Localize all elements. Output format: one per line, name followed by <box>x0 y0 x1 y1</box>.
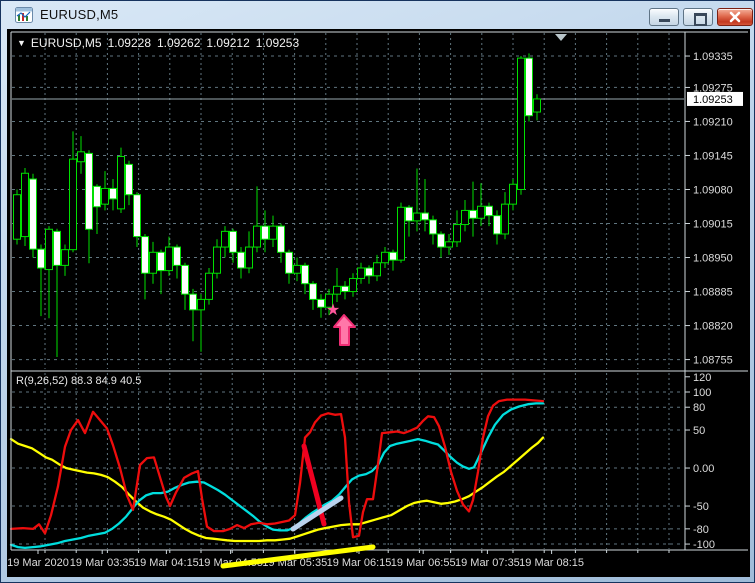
header-close: 1.09253 <box>255 36 300 50</box>
candle-body <box>269 225 277 240</box>
candle-body <box>517 57 525 190</box>
candle-body <box>37 248 45 269</box>
candle-body <box>533 98 541 113</box>
candle-body <box>237 251 245 269</box>
candle-body <box>141 236 149 274</box>
candle-body <box>429 219 437 235</box>
candle-body <box>357 267 365 279</box>
candle-body <box>453 224 461 243</box>
candle-body <box>261 225 269 240</box>
candle-body <box>389 251 397 261</box>
candle-body <box>221 230 229 248</box>
header-symbol: EURUSD,M5 <box>30 36 102 50</box>
price-axis[interactable] <box>687 32 749 550</box>
candle-body <box>365 267 373 277</box>
candle-body <box>285 251 293 274</box>
bar-shift-marker-icon <box>555 34 567 41</box>
candle-body <box>125 163 133 196</box>
candle-body <box>277 225 285 253</box>
candle-body <box>189 293 197 311</box>
candle-body <box>253 225 261 248</box>
candle-body <box>93 185 101 208</box>
time-axis[interactable] <box>11 551 685 575</box>
candle-body <box>229 230 237 253</box>
candle-body <box>101 187 109 205</box>
candle-body <box>117 156 125 210</box>
candle-body <box>181 264 189 295</box>
candle-body <box>405 206 413 222</box>
chart-ohlc-header: ▼ EURUSD,M5 1.09228 1.09262 1.09212 1.09253 <box>17 36 305 50</box>
candle-body <box>397 206 405 261</box>
candle-body <box>77 151 85 163</box>
header-low: 1.09212 <box>206 36 250 50</box>
candle-body <box>477 205 485 219</box>
buy-signal-up-arrow-icon <box>333 314 356 346</box>
candle-body <box>149 251 157 274</box>
candle-body <box>341 285 349 293</box>
candle-body <box>197 298 205 311</box>
candle-body <box>173 246 181 266</box>
candle-body <box>317 298 325 308</box>
candle-body <box>157 251 165 272</box>
candle-body <box>421 212 429 221</box>
candle-body <box>469 209 477 219</box>
candle-body <box>21 172 29 238</box>
candle-body <box>61 249 69 266</box>
candle-body <box>373 262 381 277</box>
candle-body <box>381 251 389 264</box>
candle-body <box>165 246 173 272</box>
candle-body <box>53 230 61 266</box>
candle-body <box>509 183 517 205</box>
candle-body <box>69 158 77 251</box>
candle-body <box>45 228 53 271</box>
candle-body <box>293 264 301 274</box>
candle-body <box>133 194 141 238</box>
candle-body <box>13 194 21 240</box>
header-high: 1.09262 <box>157 36 201 50</box>
candle-body <box>245 246 253 269</box>
candle-body <box>213 246 221 274</box>
candle-body <box>485 205 493 217</box>
collapse-triangle-icon[interactable]: ▼ <box>17 38 26 48</box>
candle-body <box>445 241 453 248</box>
candle-body <box>437 233 445 248</box>
candle-body <box>333 285 341 295</box>
terminal-window: EURUSD,M5 1.09335 1.09275 1.09210 1.09145 1.… <box>0 0 755 583</box>
candle-body <box>109 187 117 200</box>
candle-body <box>29 178 37 250</box>
candle-body <box>501 203 509 235</box>
header-open: 1.09228 <box>107 36 151 50</box>
candle-body <box>525 57 533 117</box>
candle-body <box>85 152 93 230</box>
candle-body <box>493 215 501 235</box>
buy-signal-star-icon: ★ <box>326 300 340 319</box>
indicator-subwindow[interactable] <box>11 372 685 550</box>
candle-body <box>461 209 469 226</box>
candle-body <box>301 264 309 285</box>
candle-body <box>205 272 213 300</box>
candle-body <box>349 277 357 293</box>
candle-body <box>413 212 421 222</box>
candle-body <box>309 283 317 300</box>
